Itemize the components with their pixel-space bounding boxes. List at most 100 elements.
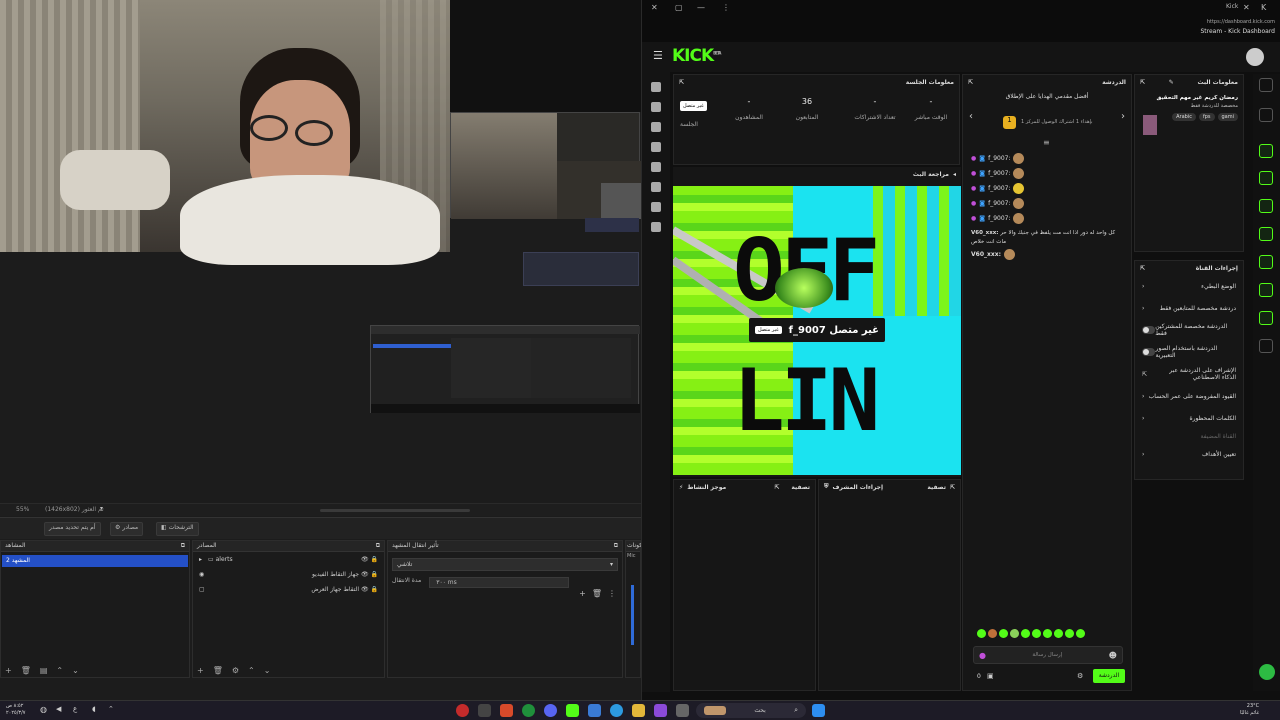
popout-icon[interactable]: ⇱ [774,484,779,491]
users-icon[interactable] [651,202,661,212]
discord-icon[interactable] [544,704,557,717]
setting-row[interactable]: › الكلمات المحظورة [1135,407,1243,429]
app-icon[interactable] [654,704,667,717]
url[interactable]: https://dashboard.kick.com [1207,19,1275,25]
app-icon[interactable] [500,704,513,717]
emote-icon[interactable] [977,629,986,638]
add-icon[interactable]: + [197,666,204,675]
popout-icon[interactable]: ⇱ [1140,79,1145,86]
chevron-left-icon[interactable]: ‹ [969,111,973,122]
chat-user[interactable]: f_9007: [988,155,1010,162]
chevron-icon[interactable]: ◂ [953,171,956,178]
setting-row[interactable]: › القيود المفروضة على عمر الحساب [1135,385,1243,407]
shortcut-icon[interactable] [1259,144,1273,158]
emote-icon[interactable] [1032,629,1041,638]
inbox-icon[interactable] [651,222,661,232]
share-icon[interactable] [1259,339,1273,353]
setting-row[interactable]: الدردشة مخصصة للمشتركين فقط [1135,319,1243,341]
source-item[interactable]: ▸ ▭ alerts 👁 🔒 [193,552,384,567]
wifi-icon[interactable]: ◍ [40,705,47,714]
chevron-up-icon[interactable]: ⌃ [108,705,114,713]
lock-icon[interactable]: 🔒 [371,586,378,593]
emote-icon[interactable] [1043,629,1052,638]
calendar-icon[interactable] [588,704,601,717]
toggle[interactable] [1142,348,1156,356]
emote-icon[interactable] [988,629,997,638]
shortcut-icon[interactable] [1259,283,1273,297]
more-icon[interactable]: ⋮ [608,589,616,598]
edit-icon[interactable]: ✎ [1169,79,1174,86]
close-icon[interactable]: ✕ [651,3,658,12]
dock-popout-icon[interactable]: ⧉ [181,542,185,550]
clock[interactable]: ٨:٥٢ ص ٢٠٢٥/٣/٧ [6,703,25,717]
eye-icon[interactable]: 👁 [361,556,369,563]
link-icon[interactable] [651,102,661,112]
hamburger-icon[interactable]: ☰ [653,49,663,62]
filter-icon[interactable]: ▤ [40,666,48,675]
chat-user[interactable]: f_9007: [988,185,1010,192]
more-icon[interactable]: ⋮ [722,3,730,12]
gear-icon[interactable]: ⚙ [1077,672,1083,680]
chevron-right-icon[interactable]: › [1121,111,1125,122]
gear-icon[interactable]: ⚙ [232,666,239,675]
trash-icon[interactable]: 🗑 [213,666,223,675]
popout-icon[interactable]: ⇱ [968,79,973,86]
chart-icon[interactable] [651,122,661,132]
volume-meter[interactable] [631,585,634,645]
chat-user[interactable]: V60_xxx: [971,230,999,236]
lang-indicator[interactable]: ع [73,705,77,713]
layout-icon[interactable] [651,162,661,172]
emote-icon[interactable] [1021,629,1030,638]
popout-icon[interactable]: ⇱ [950,484,955,491]
gift-icon[interactable]: ▣ [987,672,994,680]
add-icon[interactable]: + [579,589,586,598]
lock-icon[interactable]: 🔒 [371,571,378,578]
shortcut-icon[interactable] [1259,255,1273,269]
filter-button[interactable]: تصفية [927,484,946,491]
send-button[interactable]: الدردشة [1093,669,1125,683]
dock-popout-icon[interactable]: ⧉ [376,542,380,550]
down-icon[interactable]: ⌄ [72,666,79,675]
source-item[interactable]: ◉ جهاز التقاط الفيديو 👁 🔒 [193,567,384,582]
emote-icon[interactable] [1065,629,1074,638]
tag[interactable]: fps [1198,113,1215,121]
eye-icon[interactable]: 👁 [361,586,369,593]
chevron-down-icon[interactable]: ▾ [100,505,103,512]
shortcut-icon[interactable] [1259,199,1273,213]
trophy-icon[interactable] [651,142,661,152]
shortcut-icon[interactable] [1259,311,1273,325]
trash-icon[interactable]: 🗑 [592,589,602,598]
eye-icon[interactable]: 👁 [361,571,369,578]
tag[interactable]: gami [1217,113,1238,121]
support-icon[interactable] [1259,664,1275,680]
chat-user[interactable]: f_9007: [988,215,1010,222]
lock-icon[interactable]: 🔒 [371,556,378,563]
shortcut-icon[interactable] [1259,227,1273,241]
up-icon[interactable]: ⌃ [248,666,255,675]
emote-icon[interactable] [999,629,1008,638]
chat-user[interactable]: f_9007: [988,200,1010,207]
zoom-level[interactable]: 55% [16,506,29,513]
code-icon[interactable] [651,82,661,92]
obs-app-icon[interactable] [456,704,469,717]
source-item[interactable]: ▢ التقاط جهاز العرض 👁 🔒 [193,582,384,597]
setting-row[interactable]: الدردشة باستخدام الصور التعبيرية [1135,341,1243,363]
minimize-icon[interactable]: — [697,3,705,12]
setting-row[interactable]: › دردشة مخصصة للمتابعين فقط [1135,297,1243,319]
expand-icon[interactable]: ▸ [199,556,202,563]
weather[interactable]: 23°C غائم غالبًا [1240,703,1259,717]
chat-user[interactable]: f_9007: [988,170,1010,177]
dock-popout-icon[interactable]: ⧉ [614,542,618,550]
popout-icon[interactable]: ⇱ [1140,265,1145,272]
properties-button[interactable]: ⚙ مصادر [110,522,144,536]
toggle[interactable] [1142,326,1156,334]
restore-icon[interactable]: ▢ [675,3,683,12]
close-icon[interactable]: ✕ [1243,3,1250,12]
folder-icon[interactable] [632,704,645,717]
no-source-selected-button[interactable]: أم يتم تحديد مصدر [44,522,101,536]
scene-item[interactable]: المشهد 2 [2,555,188,567]
app-icon[interactable] [676,704,689,717]
mic-icon[interactable]: ◖ [92,705,96,713]
emote-icon[interactable] [1010,629,1019,638]
trash-icon[interactable]: 🗑 [21,666,31,675]
